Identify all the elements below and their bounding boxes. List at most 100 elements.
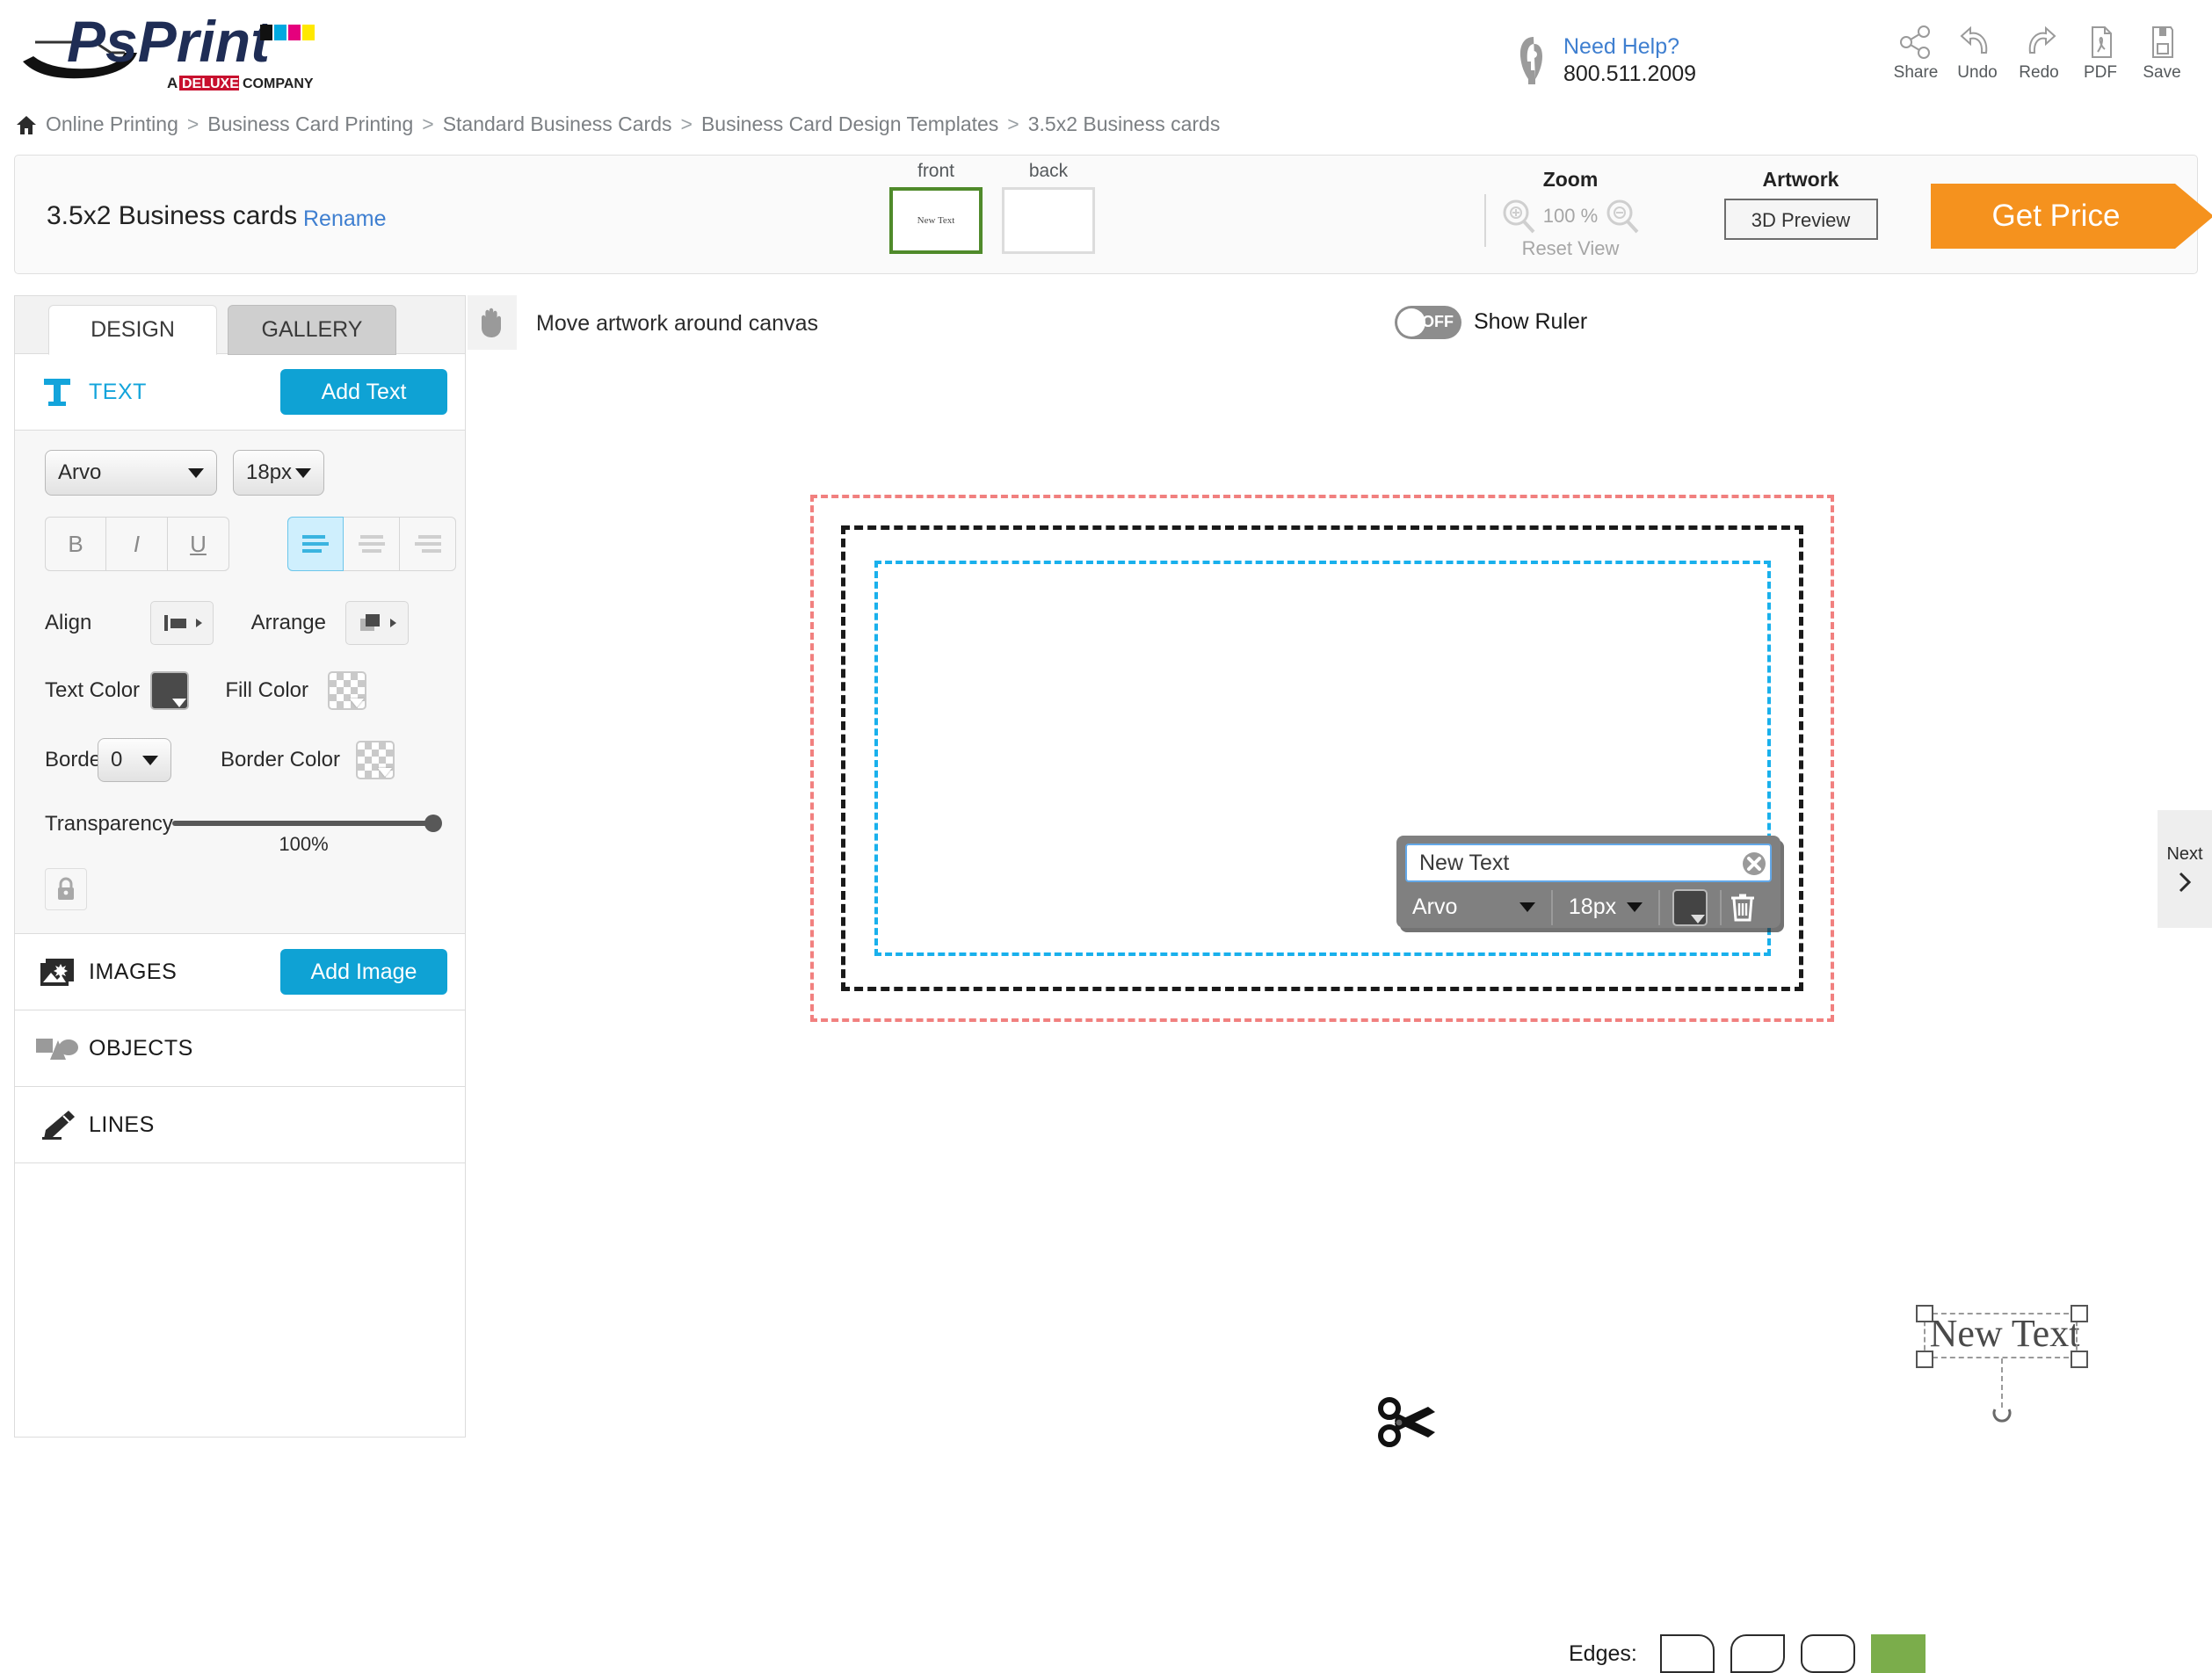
transparency-value: 100%: [279, 833, 329, 855]
rotation-line: [2001, 1358, 2003, 1408]
share-button[interactable]: Share: [1885, 25, 1947, 83]
redo-button[interactable]: Redo: [2008, 25, 2070, 83]
align-center-icon: [358, 535, 385, 553]
text-color-swatch[interactable]: [150, 671, 189, 710]
rename-link[interactable]: Rename: [303, 206, 387, 232]
transparency-slider-knob[interactable]: [424, 815, 442, 832]
next-step-tab[interactable]: Next: [2158, 810, 2212, 928]
show-ruler-toggle[interactable]: OFF: [1395, 306, 1461, 339]
lines-section[interactable]: LINES: [15, 1087, 465, 1163]
side-front-thumb-text: New Text: [917, 215, 955, 226]
need-help-link[interactable]: Need Help?: [1563, 33, 1696, 61]
breadcrumb-item-3[interactable]: Business Card Design Templates: [701, 112, 998, 136]
pan-tool-label: Move artwork around canvas: [536, 311, 818, 336]
side-back[interactable]: back: [1002, 161, 1095, 254]
chevron-down-icon: [1627, 902, 1643, 912]
svg-text:A: A: [167, 75, 178, 91]
side-back-thumb[interactable]: [1002, 187, 1095, 254]
save-button[interactable]: Save: [2131, 25, 2193, 83]
psprint-logo[interactable]: PsPrint A DELUXE COMPANY: [16, 7, 429, 95]
chevron-right-icon: [2179, 872, 2192, 892]
font-family-select[interactable]: Arvo: [45, 450, 217, 496]
transparency-slider[interactable]: [172, 815, 442, 832]
popup-color-swatch[interactable]: [1672, 888, 1708, 926]
align-right-button[interactable]: [400, 517, 456, 571]
text-align-group: [287, 517, 456, 571]
save-icon: [2152, 26, 2173, 58]
text-color-label: Text Color: [45, 678, 141, 702]
lock-button[interactable]: [45, 868, 87, 910]
need-help-block[interactable]: Need Help? 800.511.2009: [1516, 33, 1696, 89]
svg-text:PsPrint: PsPrint: [67, 9, 272, 74]
svg-text:COMPANY: COMPANY: [243, 76, 314, 91]
3d-preview-button[interactable]: 3D Preview: [1723, 199, 1878, 240]
side-front-thumb[interactable]: New Text: [889, 187, 983, 254]
align-right-icon: [414, 535, 441, 553]
pan-tool-button[interactable]: [468, 295, 517, 350]
breadcrumb-item-1[interactable]: Business Card Printing: [207, 112, 413, 136]
arrange-menu-button[interactable]: [345, 601, 409, 645]
popup-font-select[interactable]: Arvo: [1396, 894, 1551, 920]
align-label: Align: [45, 611, 92, 634]
breadcrumb-item-0[interactable]: Online Printing: [46, 112, 178, 136]
add-text-button[interactable]: Add Text: [280, 369, 447, 415]
edge-option-all-rounded-corners[interactable]: [1800, 1634, 1855, 1673]
get-price-button[interactable]: Get Price: [1931, 184, 2212, 249]
edge-option-two-rounded-corners[interactable]: [1730, 1634, 1785, 1673]
swatch-caret-icon: [378, 768, 392, 777]
font-size-select[interactable]: 18px: [233, 450, 324, 496]
zoom-out-icon[interactable]: [1603, 197, 1642, 235]
toggle-state-label: OFF: [1422, 313, 1454, 330]
redo-label: Redo: [2019, 63, 2059, 82]
rotate-icon[interactable]: [1992, 1406, 2012, 1427]
selection-box: [1924, 1313, 2078, 1358]
pdf-button[interactable]: PDF: [2070, 25, 2131, 83]
home-icon[interactable]: [16, 114, 37, 135]
objects-section[interactable]: OBJECTS: [15, 1010, 465, 1087]
lock-icon: [58, 877, 74, 900]
undo-button[interactable]: Undo: [1947, 25, 2008, 83]
bold-button[interactable]: B: [45, 517, 106, 571]
resize-handle-tl[interactable]: [1916, 1305, 1933, 1322]
hand-icon: [482, 308, 501, 337]
zoom-value: 100 %: [1542, 205, 1599, 227]
zoom-group: Zoom 100 % Reset View: [1483, 168, 1658, 260]
text-section: TEXT Add Text: [15, 354, 465, 431]
chevron-down-icon: [295, 467, 311, 478]
show-ruler-label: Show Ruler: [1474, 309, 1588, 334]
trash-icon[interactable]: [1729, 892, 1757, 923]
resize-handle-br[interactable]: [2071, 1351, 2088, 1368]
side-front[interactable]: front New Text: [889, 161, 983, 254]
breadcrumb-item-4[interactable]: 3.5x2 Business cards: [1028, 112, 1221, 136]
next-label: Next: [2166, 844, 2203, 864]
reset-view-link[interactable]: Reset View: [1483, 237, 1658, 260]
fill-color-swatch[interactable]: [328, 671, 366, 710]
pdf-icon: [2092, 26, 2112, 58]
border-width-select[interactable]: 0: [98, 738, 171, 782]
popup-size-select[interactable]: 18px: [1553, 894, 1658, 920]
side-front-label: front: [917, 161, 955, 181]
underline-button[interactable]: U: [168, 517, 229, 571]
resize-handle-bl[interactable]: [1916, 1351, 1933, 1368]
align-menu-button[interactable]: [150, 601, 214, 645]
tab-gallery[interactable]: GALLERY: [228, 305, 396, 355]
font-size-value: 18px: [246, 460, 293, 484]
border-color-swatch[interactable]: [356, 741, 395, 779]
edges-label: Edges:: [1569, 1640, 1637, 1666]
edge-option-one-rounded-corner[interactable]: [1659, 1634, 1715, 1673]
close-circle-icon[interactable]: [1742, 851, 1766, 876]
design-canvas[interactable]: New Text Arvo 18px: [468, 350, 2124, 1673]
text-edit-input[interactable]: [1405, 844, 1772, 882]
text-t-icon: [33, 376, 82, 408]
border-width-value: 0: [111, 748, 123, 771]
align-left-button[interactable]: [287, 517, 344, 571]
align-center-button[interactable]: [344, 517, 400, 571]
tab-design[interactable]: DESIGN: [48, 305, 217, 355]
get-price-label: Get Price: [1991, 199, 2121, 233]
zoom-in-icon[interactable]: [1499, 197, 1538, 235]
edge-option-square-edges[interactable]: [1870, 1634, 1926, 1673]
breadcrumb-item-2[interactable]: Standard Business Cards: [443, 112, 672, 136]
italic-button[interactable]: I: [106, 517, 168, 571]
add-image-button[interactable]: Add Image: [280, 949, 447, 995]
resize-handle-tr[interactable]: [2071, 1305, 2088, 1322]
